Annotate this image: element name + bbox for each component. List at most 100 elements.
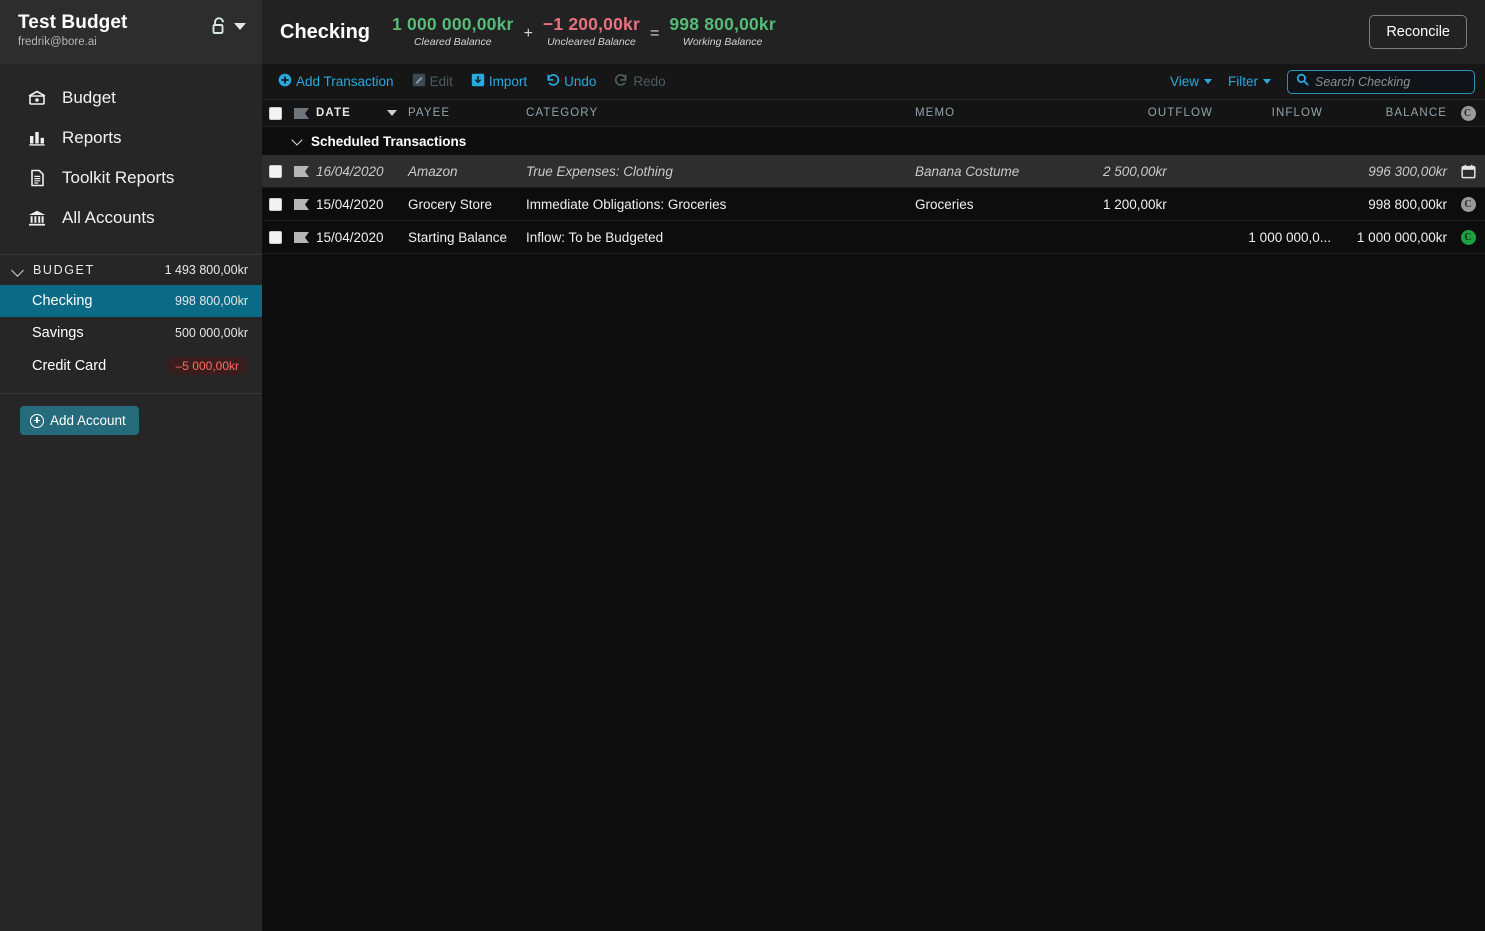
account-name: Savings (32, 325, 84, 341)
redo-button[interactable]: Redo (614, 70, 673, 93)
flag-column-header[interactable] (288, 107, 314, 120)
search-input[interactable] (1315, 74, 1466, 89)
table-row[interactable]: 15/04/2020 Starting Balance Inflow: To b… (262, 221, 1485, 254)
filter-menu-button[interactable]: Filter (1228, 74, 1271, 89)
row-checkbox[interactable] (262, 197, 288, 211)
checkbox-icon[interactable] (268, 197, 282, 211)
search-container[interactable] (1287, 69, 1475, 94)
row-date[interactable]: 15/04/2020 (314, 230, 408, 245)
row-category[interactable]: True Expenses: Clothing (526, 164, 915, 179)
column-header-date-label: DATE (316, 107, 351, 119)
row-status[interactable]: C (1451, 229, 1485, 245)
account-name: Checking (32, 293, 93, 309)
chevron-down-icon (1204, 79, 1212, 84)
column-header-balance[interactable]: BALANCE (1331, 107, 1451, 119)
unlock-icon[interactable] (211, 17, 227, 35)
uncleared-icon[interactable]: C (1460, 196, 1476, 212)
sidebar-account-credit-card[interactable]: Credit Card –5 000,00kr (0, 349, 262, 383)
row-outflow[interactable]: 2 500,00kr (1103, 164, 1223, 179)
row-date[interactable]: 15/04/2020 (314, 197, 408, 212)
row-outflow[interactable]: 1 200,00kr (1103, 197, 1223, 212)
column-header-cleared[interactable]: C (1451, 105, 1485, 121)
transaction-grid-header: DATE PAYEE CATEGORY MEMO OUTFLOW INFLOW … (262, 100, 1485, 127)
user-email: fredrik@bore.ai (18, 36, 97, 48)
main-panel: Checking 1 000 000,00kr Cleared Balance … (262, 0, 1485, 931)
row-payee[interactable]: Amazon (408, 164, 526, 179)
transaction-toolbar: Add Transaction Edit Import Undo Redo Vi… (262, 64, 1485, 100)
bar-chart-icon (26, 127, 48, 149)
table-row[interactable]: 15/04/2020 Grocery Store Immediate Oblig… (262, 188, 1485, 221)
select-all-checkbox[interactable] (262, 106, 288, 120)
row-memo[interactable]: Groceries (915, 197, 1103, 212)
flag-icon (293, 165, 309, 177)
checkbox-icon[interactable] (268, 164, 282, 178)
scheduled-transactions-group[interactable]: Scheduled Transactions (262, 127, 1485, 155)
column-header-inflow[interactable]: INFLOW (1223, 107, 1331, 119)
checkbox-icon[interactable] (268, 230, 282, 244)
row-category[interactable]: Immediate Obligations: Groceries (526, 197, 915, 212)
sidebar-item-budget[interactable]: Budget (0, 78, 262, 118)
cleared-balance: 1 000 000,00kr Cleared Balance (392, 14, 514, 49)
chevron-down-icon (1263, 79, 1271, 84)
row-memo[interactable]: Banana Costume (915, 164, 1103, 179)
sidebar-account-checking[interactable]: Checking 998 800,00kr (0, 285, 262, 317)
edit-button[interactable]: Edit (412, 70, 461, 93)
cleared-icon[interactable]: C (1460, 229, 1476, 245)
budget-identity: Test Budget fredrik@bore.ai (18, 12, 127, 48)
uncleared-balance-value: −1 200,00kr (542, 14, 640, 35)
working-balance: 998 800,00kr Working Balance (669, 14, 776, 49)
account-name: Credit Card (32, 358, 107, 374)
flag-icon (293, 107, 309, 119)
budget-icon (26, 87, 48, 109)
sidebar-item-all-accounts[interactable]: All Accounts (0, 198, 262, 238)
sidebar-account-savings[interactable]: Savings 500 000,00kr (0, 317, 262, 349)
row-checkbox[interactable] (262, 164, 288, 178)
import-button[interactable]: Import (471, 70, 535, 93)
chevron-down-icon[interactable] (292, 135, 304, 147)
add-transaction-button[interactable]: Add Transaction (278, 70, 402, 93)
sidebar-item-reports[interactable]: Reports (0, 118, 262, 158)
row-category[interactable]: Inflow: To be Budgeted (526, 230, 915, 245)
add-account-label: Add Account (50, 413, 126, 428)
add-account-button[interactable]: Add Account (20, 406, 139, 435)
row-date[interactable]: 16/04/2020 (314, 164, 408, 179)
account-balance: 500 000,00kr (175, 326, 248, 340)
cleared-balance-value: 1 000 000,00kr (392, 14, 514, 35)
row-checkbox[interactable] (262, 230, 288, 244)
column-header-category[interactable]: CATEGORY (526, 107, 915, 119)
undo-button[interactable]: Undo (545, 70, 604, 93)
equals-operator: = (650, 24, 660, 42)
add-transaction-label: Add Transaction (296, 74, 394, 89)
column-header-date[interactable]: DATE (314, 107, 408, 119)
edit-icon (412, 73, 426, 90)
view-menu-button[interactable]: View (1170, 74, 1212, 89)
import-icon (471, 73, 485, 90)
edit-label: Edit (429, 74, 453, 89)
column-header-outflow[interactable]: OUTFLOW (1103, 107, 1223, 119)
table-row[interactable]: 16/04/2020 Amazon True Expenses: Clothin… (262, 155, 1485, 188)
budget-group-header[interactable]: BUDGET 1 493 800,00kr (0, 255, 262, 285)
account-balance: –5 000,00kr (166, 357, 248, 375)
sidebar-item-toolkit-reports[interactable]: Toolkit Reports (0, 158, 262, 198)
uncleared-balance: −1 200,00kr Uncleared Balance (542, 14, 640, 49)
row-status[interactable]: C (1451, 196, 1485, 212)
search-icon (1296, 73, 1309, 91)
row-flag[interactable] (288, 198, 314, 211)
transaction-grid-body: Scheduled Transactions 16/04/2020 Amazon… (262, 127, 1485, 931)
chevron-down-icon[interactable] (234, 22, 246, 30)
row-status[interactable] (1451, 164, 1485, 179)
plus-circle-icon (30, 413, 44, 428)
row-flag[interactable] (288, 231, 314, 244)
row-flag[interactable] (288, 165, 314, 178)
row-payee[interactable]: Starting Balance (408, 230, 526, 245)
reconcile-button[interactable]: Reconcile (1369, 15, 1467, 49)
budget-menu-trigger[interactable] (211, 17, 246, 35)
row-payee[interactable]: Grocery Store (408, 197, 526, 212)
chevron-down-icon[interactable] (12, 264, 25, 277)
checkbox-icon[interactable] (268, 106, 282, 120)
sort-descending-icon[interactable] (386, 110, 397, 116)
row-inflow[interactable]: 1 000 000,0... (1223, 230, 1331, 245)
redo-icon (614, 73, 629, 90)
column-header-memo[interactable]: MEMO (915, 107, 1103, 119)
column-header-payee[interactable]: PAYEE (408, 107, 526, 119)
